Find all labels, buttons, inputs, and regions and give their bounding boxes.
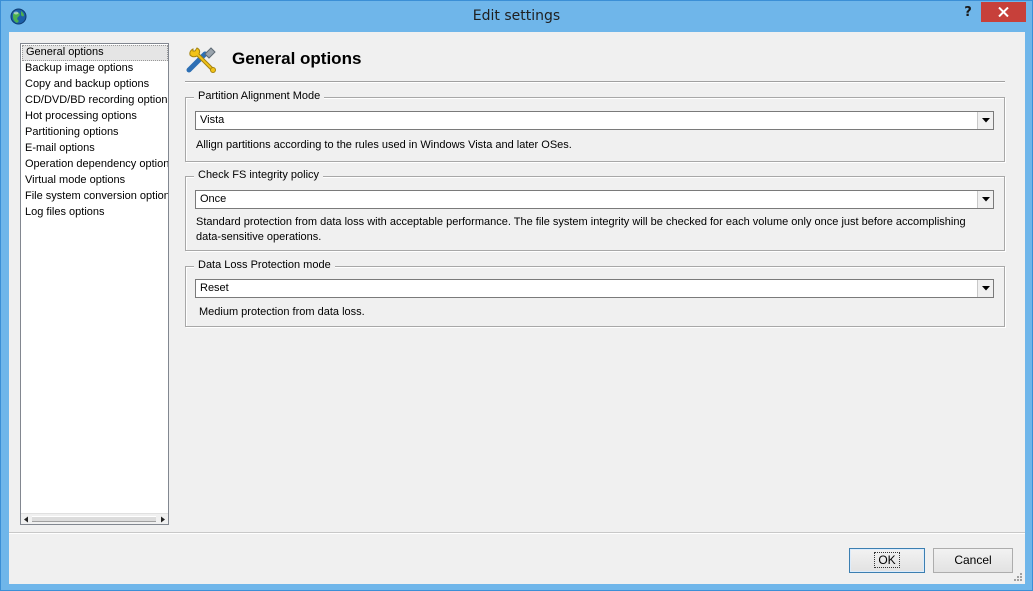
chevron-down-icon	[982, 286, 990, 291]
nav-item-recording-options[interactable]: CD/DVD/BD recording options	[22, 93, 168, 109]
footer-divider	[9, 532, 1025, 534]
scrollbar-thumb[interactable]	[32, 516, 156, 522]
scroll-right-icon[interactable]	[157, 515, 168, 524]
close-button[interactable]	[981, 2, 1026, 22]
nav-item-email-options[interactable]: E-mail options	[22, 141, 168, 157]
title-bar[interactable]: Edit settings ?	[1, 1, 1032, 32]
dropdown-button[interactable]	[977, 280, 993, 297]
ok-button[interactable]: OK	[849, 548, 925, 573]
dropdown-value: Once	[200, 193, 227, 205]
page-title: General options	[232, 49, 362, 68]
dropdown-button[interactable]	[977, 191, 993, 208]
close-icon	[998, 7, 1009, 17]
help-button[interactable]: ?	[957, 4, 979, 24]
nav-item-fs-conversion-options[interactable]: File system conversion options	[22, 189, 168, 205]
nav-item-backup-image-options[interactable]: Backup image options	[22, 61, 168, 77]
nav-item-log-files-options[interactable]: Log files options	[22, 205, 168, 221]
fs-integrity-dropdown[interactable]: Once	[195, 190, 994, 209]
dropdown-value: Reset	[200, 282, 229, 294]
nav-item-hot-processing-options[interactable]: Hot processing options	[22, 109, 168, 125]
edit-settings-window: Edit settings ? General options Backup i…	[0, 0, 1033, 591]
settings-category-list[interactable]: General options Backup image options Cop…	[20, 43, 169, 525]
dropdown-value: Vista	[200, 114, 225, 126]
nav-item-virtual-mode-options[interactable]: Virtual mode options	[22, 173, 168, 189]
nav-item-operation-dependency-options[interactable]: Operation dependency options	[22, 157, 168, 173]
group-legend: Partition Alignment Mode	[194, 90, 325, 102]
nav-item-copy-and-backup-options[interactable]: Copy and backup options	[22, 77, 168, 93]
dropdown-button[interactable]	[977, 112, 993, 129]
cancel-button[interactable]: Cancel	[933, 548, 1013, 573]
group-description: Allign partitions according to the rules…	[196, 139, 572, 151]
fs-integrity-group: Check FS integrity policy Once Standard …	[185, 169, 1005, 251]
ok-button-label: OK	[874, 552, 900, 568]
group-description: Medium protection from data loss.	[199, 306, 365, 318]
nav-item-partitioning-options[interactable]: Partitioning options	[22, 125, 168, 141]
horizontal-scrollbar[interactable]	[21, 513, 168, 524]
data-loss-protection-group: Data Loss Protection mode Reset Medium p…	[185, 259, 1005, 327]
partition-alignment-dropdown[interactable]: Vista	[195, 111, 994, 130]
resize-grip-icon[interactable]	[1013, 572, 1023, 582]
chevron-down-icon	[982, 197, 990, 202]
group-description: Standard protection from data loss with …	[196, 216, 966, 243]
header-divider	[185, 81, 1005, 83]
scroll-left-icon[interactable]	[21, 515, 32, 524]
data-loss-protection-dropdown[interactable]: Reset	[195, 279, 994, 298]
dialog-client-area: General options Backup image options Cop…	[9, 32, 1025, 584]
nav-item-general-options[interactable]: General options	[22, 45, 168, 61]
window-title: Edit settings	[472, 8, 561, 24]
group-legend: Check FS integrity policy	[194, 169, 324, 181]
chevron-down-icon	[982, 118, 990, 123]
tools-icon	[186, 47, 216, 73]
group-legend: Data Loss Protection mode	[194, 259, 335, 271]
partition-alignment-group: Partition Alignment Mode Vista Allign pa…	[185, 90, 1005, 162]
